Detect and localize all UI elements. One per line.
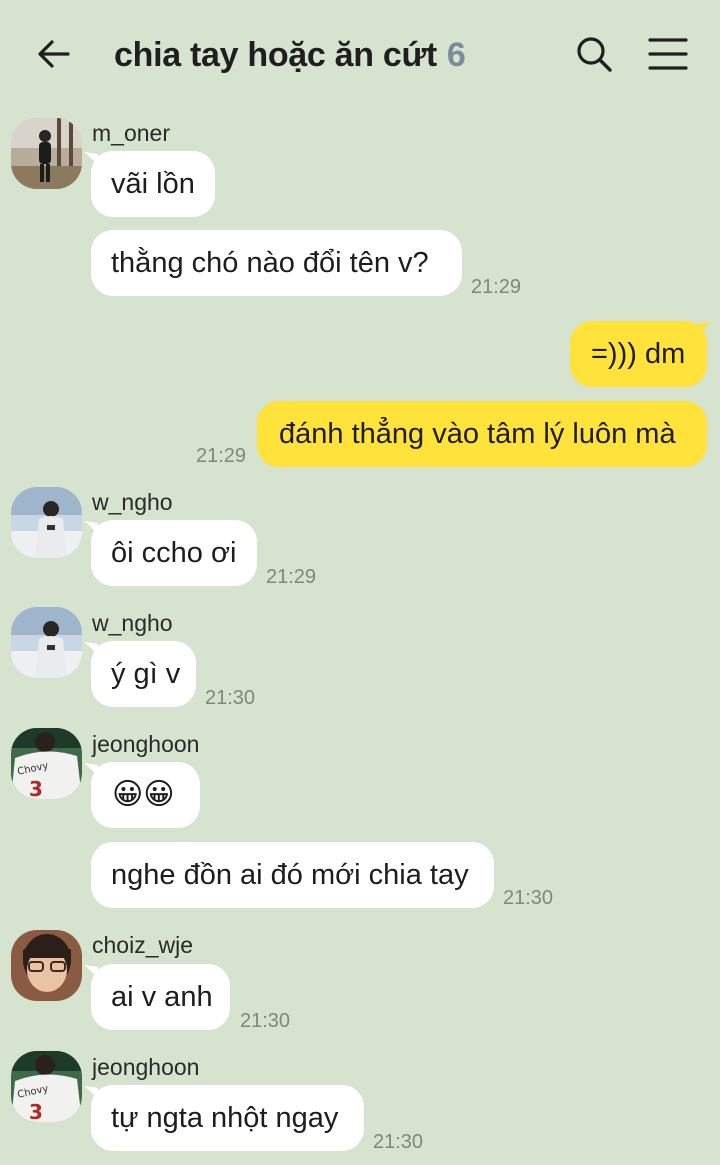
message-timestamp: 21:30	[240, 1010, 291, 1032]
sender-name: jeonghoon	[92, 1054, 200, 1080]
message-bubble[interactable]: ý gì v	[91, 641, 196, 707]
chat-title-text: chia tay hoặc ăn cứt	[114, 36, 437, 74]
message-timestamp: 21:30	[503, 887, 554, 909]
chat-title: chia tay hoặc ăn cứt 6	[114, 36, 466, 75]
sender-name: m_oner	[92, 120, 170, 146]
avatar-m-oner[interactable]	[11, 118, 82, 189]
message-timestamp: 21:29	[196, 445, 247, 467]
avatar-jeonghoon[interactable]: Chovy 3	[11, 728, 82, 799]
bubble-tail	[698, 322, 712, 336]
avatar-choiz-wje[interactable]	[11, 930, 82, 1001]
message-timestamp: 21:29	[266, 566, 317, 588]
chat-header: chia tay hoặc ăn cứt 6	[0, 0, 720, 108]
hamburger-menu-icon[interactable]	[648, 36, 688, 72]
emoji-message-bubble[interactable]: 😀😀	[91, 762, 200, 828]
sender-name: w_ngho	[92, 489, 173, 515]
message-bubble[interactable]: nghe đồn ai đó mới chia tay	[91, 842, 494, 908]
member-count: 6	[446, 36, 466, 74]
avatar-jeonghoon[interactable]: Chovy 3	[11, 1051, 82, 1122]
message-bubble[interactable]: tự ngta nhột ngay	[91, 1085, 364, 1151]
message-bubble[interactable]: thằng chó nào đổi tên v?	[91, 230, 462, 296]
message-timestamp: 21:30	[373, 1131, 424, 1153]
outgoing-message-bubble[interactable]: =))) dm	[570, 321, 707, 387]
outgoing-message-bubble[interactable]: đánh thẳng vào tâm lý luôn mà	[257, 401, 707, 467]
search-icon[interactable]	[574, 34, 614, 74]
arrow-left-icon[interactable]	[34, 34, 74, 74]
avatar-w-ngho[interactable]	[11, 487, 82, 558]
sender-name: jeonghoon	[92, 731, 200, 757]
message-timestamp: 21:29	[471, 276, 522, 298]
message-bubble[interactable]: ai v anh	[91, 964, 230, 1030]
message-timestamp: 21:30	[205, 687, 256, 709]
jersey-number: 3	[29, 1100, 43, 1122]
message-bubble[interactable]: ôi ccho ơi	[91, 520, 257, 586]
message-bubble[interactable]: vãi lồn	[91, 151, 215, 217]
sender-name: choiz_wje	[92, 932, 193, 958]
sender-name: w_ngho	[92, 610, 173, 636]
avatar-w-ngho[interactable]	[11, 607, 82, 678]
jersey-number: 3	[29, 777, 43, 799]
